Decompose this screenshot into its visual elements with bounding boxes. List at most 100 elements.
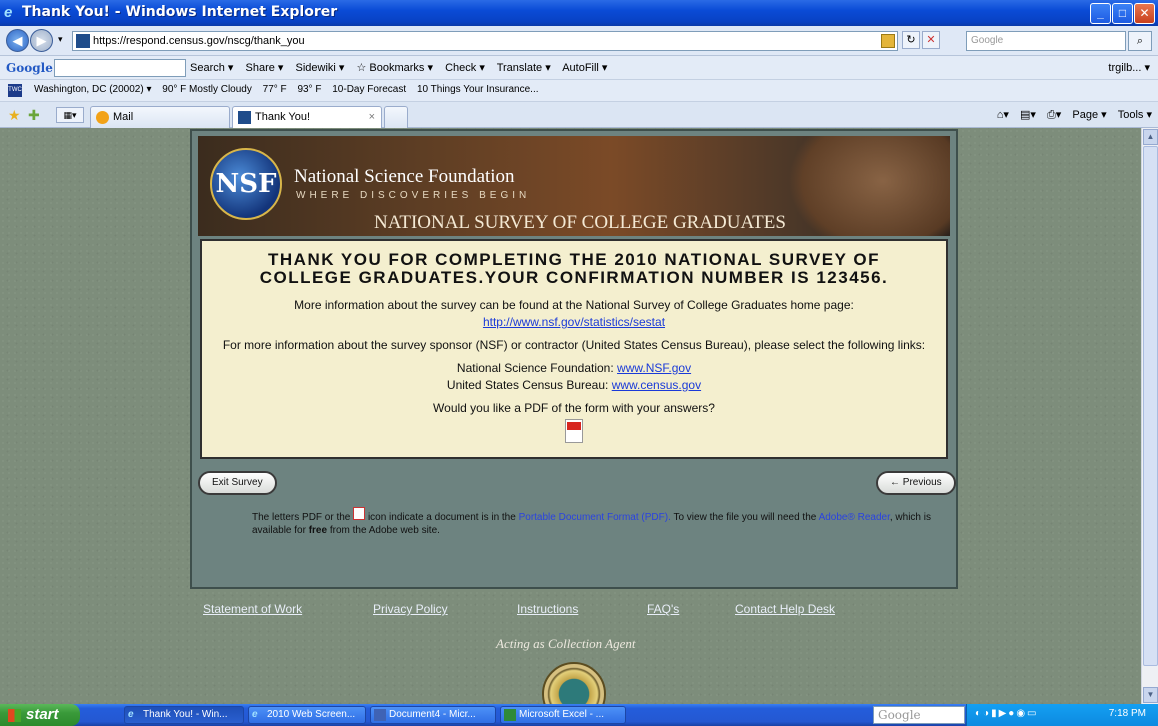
- previous-button[interactable]: ← Previous: [876, 471, 956, 495]
- favorites-star-icon[interactable]: ★: [8, 107, 21, 124]
- faq-link[interactable]: FAQ's: [647, 602, 679, 616]
- nscg-home-link[interactable]: http://www.nsf.gov/statistics/sestat: [483, 315, 665, 329]
- commerce-seal: [542, 662, 606, 704]
- instructions-link[interactable]: Instructions: [517, 602, 578, 616]
- google-toolbar-search-input[interactable]: [54, 59, 186, 77]
- page-menu[interactable]: Page ▾: [1072, 109, 1106, 121]
- google-sidewiki-button[interactable]: Sidewiki ▾: [296, 62, 345, 74]
- tray-icons[interactable]: ◐◑▮▶●◉▭: [975, 708, 1039, 719]
- history-dropdown-icon[interactable]: ▾: [58, 34, 63, 45]
- weather-news-link[interactable]: 10 Things Your Insurance...: [417, 84, 539, 95]
- print-icon[interactable]: ⎙▾: [1047, 109, 1061, 121]
- pdf-format-link[interactable]: Portable Document Format (PDF).: [519, 512, 671, 523]
- lock-icon[interactable]: [881, 34, 895, 48]
- org-tagline: WHERE DISCOVERIES BEGIN: [296, 190, 531, 201]
- exit-survey-button[interactable]: Exit Survey: [198, 471, 277, 495]
- scroll-thumb[interactable]: [1143, 146, 1158, 666]
- taskbar-label: 2010 Web Screen...: [267, 709, 356, 720]
- new-tab-button[interactable]: [384, 106, 408, 128]
- pdf-note: The letters PDF or the icon indicate a d…: [252, 507, 932, 537]
- taskbar-item-ie[interactable]: e Thank You! - Win...: [124, 706, 244, 724]
- taskbar-item-web-screen[interactable]: e 2010 Web Screen...: [248, 706, 366, 724]
- vertical-scrollbar[interactable]: ▲ ▼: [1141, 128, 1158, 704]
- mail-icon: [96, 111, 109, 124]
- window-title-bar[interactable]: e Thank You! - Windows Internet Explorer…: [0, 0, 1158, 26]
- graduation-tassel-image: [788, 136, 950, 236]
- tab-thank-you[interactable]: Thank You! ×: [232, 106, 382, 128]
- tab-mail-label: Mail: [113, 111, 134, 123]
- weather-current[interactable]: 90° F Mostly Cloudy: [162, 84, 252, 95]
- quick-tabs-button[interactable]: ▦▾: [56, 107, 84, 123]
- url-buttons: ↻ ✕: [902, 31, 942, 51]
- weather-high[interactable]: 93° F: [297, 84, 321, 95]
- statement-of-work-link[interactable]: Statement of Work: [203, 602, 302, 616]
- tools-menu[interactable]: Tools ▾: [1118, 109, 1152, 121]
- start-button[interactable]: start: [0, 704, 80, 726]
- url-input[interactable]: https://respond.census.gov/nscg/thank_yo…: [72, 31, 898, 51]
- google-check-button[interactable]: Check ▾: [445, 62, 485, 74]
- minimize-button[interactable]: _: [1090, 3, 1111, 24]
- adobe-reader-link[interactable]: Adobe® Reader: [819, 512, 890, 523]
- taskbar-label: Thank You! - Win...: [143, 709, 228, 720]
- address-bar: ◀ ▶ ▾ https://respond.census.gov/nscg/th…: [0, 26, 1158, 56]
- back-button[interactable]: ◀: [6, 29, 29, 52]
- google-search-button[interactable]: Search ▾: [190, 62, 233, 74]
- ie-icon: e: [128, 709, 134, 720]
- note-free: free: [308, 525, 328, 536]
- note-text: from the Adobe web site.: [329, 525, 440, 536]
- pdf-download-icon[interactable]: [565, 419, 583, 443]
- org-name: National Science Foundation: [294, 166, 515, 187]
- search-icon[interactable]: ⌕: [1128, 31, 1152, 51]
- weather-forecast-link[interactable]: 10-Day Forecast: [332, 84, 406, 95]
- twc-logo: TWC: [8, 84, 22, 97]
- census-link[interactable]: www.census.gov: [612, 378, 701, 392]
- tab-active-label: Thank You!: [255, 111, 311, 123]
- nsf-link[interactable]: www.NSF.gov: [617, 361, 691, 375]
- taskbar-item-excel[interactable]: Microsoft Excel - ...: [500, 706, 626, 724]
- taskbar-label: Microsoft Excel - ...: [519, 709, 605, 720]
- google-user-menu[interactable]: trgilb... ▾: [1108, 61, 1150, 74]
- nsf-banner: NSF National Science Foundation WHERE DI…: [198, 136, 950, 236]
- note-text: To view the file you will need the: [673, 512, 817, 523]
- excel-icon: [504, 709, 516, 721]
- survey-panel: NSF National Science Foundation WHERE DI…: [190, 129, 958, 589]
- tab-close-icon[interactable]: ×: [369, 111, 375, 123]
- google-bookmarks-button[interactable]: ☆ Bookmarks ▾: [357, 62, 434, 74]
- page-viewport: NSF National Science Foundation WHERE DI…: [0, 128, 1141, 704]
- ie-icon: e: [252, 709, 258, 720]
- google-autofill-button[interactable]: AutoFill ▾: [562, 62, 607, 74]
- site-favicon-icon: [238, 111, 251, 124]
- weather-location[interactable]: Washington, DC (20002) ▾: [34, 84, 151, 95]
- weather-low[interactable]: 77° F: [263, 84, 287, 95]
- google-toolbar-items: Search ▾ Share ▾ Sidewiki ▾ ☆ Bookmarks …: [190, 61, 616, 74]
- contact-help-desk-link[interactable]: Contact Help Desk: [735, 602, 835, 616]
- tab-mail[interactable]: Mail: [90, 106, 230, 128]
- refresh-icon[interactable]: ↻: [902, 31, 920, 49]
- command-bar: ⌂▾ ▤▾ ⎙▾ Page ▾ Tools ▾: [989, 108, 1152, 122]
- stop-icon[interactable]: ✕: [922, 31, 940, 49]
- search-input[interactable]: Google: [966, 31, 1126, 51]
- window-title: Thank You! - Windows Internet Explorer: [22, 4, 338, 20]
- confirmation-heading: THANK YOU FOR COMPLETING THE 2010 NATION…: [259, 250, 889, 287]
- system-tray: ◐◑▮▶●◉▭ 7:18 PM: [966, 704, 1158, 726]
- add-favorite-icon[interactable]: ✚: [28, 107, 40, 124]
- scroll-down-icon[interactable]: ▼: [1143, 687, 1158, 703]
- taskbar-google-search[interactable]: Google: [873, 706, 965, 724]
- more-info-text: More information about the survey can be…: [294, 298, 854, 312]
- forward-button[interactable]: ▶: [30, 29, 53, 52]
- taskbar-item-word[interactable]: Document4 - Micr...: [370, 706, 496, 724]
- maximize-button[interactable]: □: [1112, 3, 1133, 24]
- google-translate-button[interactable]: Translate ▾: [497, 62, 551, 74]
- home-icon[interactable]: ⌂▾: [997, 109, 1009, 121]
- google-toolbar: Google Search ▾ Share ▾ Sidewiki ▾ ☆ Boo…: [0, 56, 1158, 80]
- feeds-icon[interactable]: ▤▾: [1020, 109, 1036, 121]
- weather-toolbar: TWC Washington, DC (20002) ▾ 90° F Mostl…: [0, 80, 1158, 102]
- close-button[interactable]: ✕: [1134, 3, 1155, 24]
- google-share-button[interactable]: Share ▾: [246, 62, 284, 74]
- privacy-policy-link[interactable]: Privacy Policy: [373, 602, 448, 616]
- taskbar-label: Document4 - Micr...: [389, 709, 476, 720]
- confirmation-box: THANK YOU FOR COMPLETING THE 2010 NATION…: [200, 239, 948, 459]
- clock: 7:18 PM: [1108, 708, 1146, 719]
- survey-name: NATIONAL SURVEY OF COLLEGE GRADUATES: [374, 212, 786, 233]
- scroll-up-icon[interactable]: ▲: [1143, 129, 1158, 145]
